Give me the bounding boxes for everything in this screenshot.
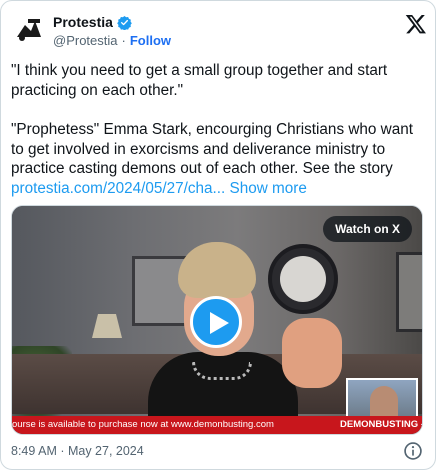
video-player[interactable]: Watch on X ourse is available to purchas… [11, 205, 423, 435]
speaker-hand [282, 318, 342, 388]
tweet-paragraph-text: "Prophetess" Emma Stark, encourging Chri… [11, 121, 413, 178]
show-more-link[interactable]: Show more [230, 180, 307, 197]
avatar[interactable] [11, 11, 47, 47]
tweet-paragraph: "Prophetess" Emma Stark, encourging Chri… [11, 120, 427, 198]
tweet-header: Protestia @Protestia · Follow [11, 11, 427, 51]
handle[interactable]: @Protestia [53, 33, 118, 48]
video-ticker: ourse is available to purchase now at ww… [12, 416, 422, 434]
picture-in-picture-inset [346, 378, 418, 420]
play-icon [210, 312, 229, 334]
display-name[interactable]: Protestia [53, 14, 113, 30]
follow-button[interactable]: Follow [130, 33, 171, 48]
watch-on-x-button[interactable]: Watch on X [323, 216, 412, 242]
timestamp[interactable]: 8:49 AM · May 27, 2024 [11, 444, 144, 458]
play-button[interactable] [190, 296, 242, 348]
ticker-text: ourse is available to purchase now at ww… [12, 419, 274, 430]
tweet-text: "I think you need to get a small group t… [11, 61, 427, 199]
tweet-footer: 8:49 AM · May 27, 2024 [11, 441, 427, 461]
necklace [192, 362, 252, 380]
wall-picture [396, 252, 422, 332]
verified-badge-icon [117, 15, 132, 31]
tweet-paragraph: "I think you need to get a small group t… [11, 62, 388, 99]
author-names: Protestia @Protestia · Follow [53, 13, 171, 49]
story-link[interactable]: protestia.com/2024/05/27/cha... [11, 180, 225, 197]
x-logo-icon[interactable] [405, 13, 427, 35]
avatar-logo-icon [11, 11, 47, 47]
ticker-brand: DEMONBUSTING - Er [340, 419, 422, 430]
tweet-card: Protestia @Protestia · Follow "I think y [0, 0, 436, 470]
inset-person [370, 386, 398, 420]
speaker-hair [178, 242, 256, 298]
separator-dot: · [121, 32, 126, 48]
info-icon[interactable] [403, 441, 423, 461]
